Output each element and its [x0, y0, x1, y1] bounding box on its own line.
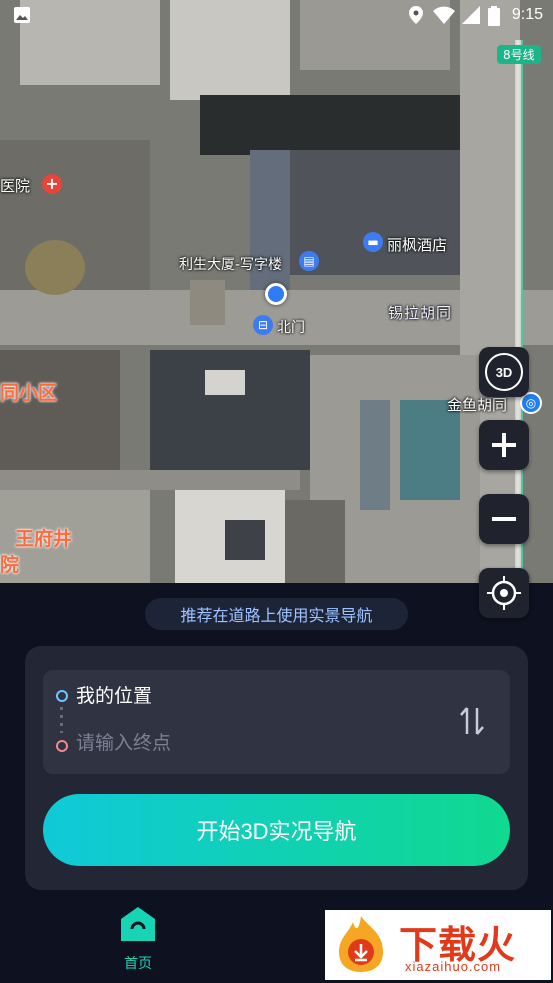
watermark: 下载火 xiazaihuo.com [325, 910, 551, 980]
wifi-icon [433, 6, 455, 29]
tab-home[interactable]: 首页 [115, 905, 161, 975]
current-location-marker [265, 283, 287, 305]
satellite-map[interactable]: 8号线 医院 + 利生大厦-写字楼 ▤ ⊟ 北门 ▬ 丽枫酒店 锡拉胡同 同小区… [0, 0, 553, 600]
locate-button-overlay[interactable] [479, 568, 529, 618]
lifeng-hotel-label[interactable]: 丽枫酒店 [387, 234, 447, 255]
north-gate-label[interactable]: 北门 [277, 317, 305, 337]
3d-label: 3D [495, 364, 513, 380]
jinyu-hutong-label: 金鱼胡同 [447, 396, 508, 414]
gate-icon[interactable]: ⊟ [253, 315, 273, 335]
wangfujing-label[interactable]: 王府井 [15, 524, 72, 551]
flame-logo-icon [339, 916, 383, 972]
zoom-in-button[interactable] [479, 420, 529, 470]
destination-input[interactable] [76, 732, 376, 754]
yuan-label[interactable]: 院 [0, 550, 19, 577]
minus-icon [492, 517, 516, 521]
tab-home-label: 首页 [124, 956, 152, 972]
crosshair-icon [487, 576, 521, 610]
gallery-icon [13, 6, 31, 29]
3d-icon: 3D [485, 353, 523, 391]
3d-view-button[interactable]: 3D [479, 347, 529, 397]
start-3d-navigation-button[interactable]: 开始3D实况导航 [43, 794, 510, 866]
home-icon [119, 905, 157, 943]
plus-icon [492, 433, 516, 457]
hotel-icon[interactable]: ▬ [363, 232, 383, 252]
status-bar: 9:15 [0, 0, 553, 32]
swap-icon [460, 707, 484, 735]
battery-icon [488, 6, 500, 31]
origin-dot-icon [56, 690, 68, 702]
status-time: 9:15 [511, 6, 543, 23]
hospital-label[interactable]: 医院 [0, 175, 30, 196]
building-icon[interactable]: ▤ [299, 251, 319, 271]
swap-route-button[interactable] [454, 703, 490, 739]
lisheng-building-label[interactable]: 利生大厦-写字楼 [179, 254, 282, 274]
signal-icon [462, 6, 480, 29]
hospital-icon[interactable]: + [42, 174, 62, 194]
location-icon [409, 6, 423, 29]
origin-field[interactable]: 我的位置 [76, 681, 152, 708]
destination-dot-icon [56, 740, 68, 752]
route-connector [60, 707, 63, 733]
community-label[interactable]: 同小区 [0, 378, 57, 405]
metro-line-badge[interactable]: 8号线 [497, 45, 541, 64]
watermark-url: xiazaihuo.com [405, 959, 502, 974]
zoom-out-button[interactable] [479, 494, 529, 544]
xila-hutong-label: 锡拉胡同 [388, 304, 453, 322]
ar-navigation-hint: 推荐在道路上使用实景导航 [145, 598, 408, 630]
